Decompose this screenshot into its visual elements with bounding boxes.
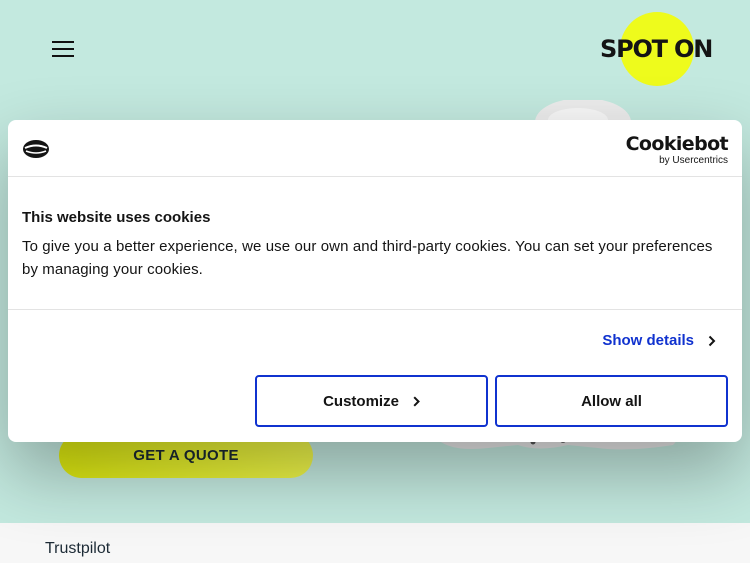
- show-details-label: Show details: [602, 332, 694, 349]
- trustpilot-strip: [0, 523, 750, 563]
- logo-text: SPOT ON: [600, 35, 713, 63]
- customize-label: Customize: [323, 392, 399, 410]
- menu-line: [52, 48, 74, 50]
- dialog-divider: [8, 309, 742, 310]
- allow-all-label: Allow all: [581, 392, 642, 410]
- cookiebot-logo[interactable]: Cookiebot by Usercentrics: [625, 133, 729, 166]
- show-details-link[interactable]: Show details: [602, 332, 716, 349]
- chevron-right-icon: [413, 395, 420, 407]
- customize-button[interactable]: Customize: [255, 375, 488, 427]
- spot-on-logo[interactable]: SPOT ON: [598, 12, 720, 88]
- cookiebot-brand-name: Cookiebot: [625, 133, 729, 155]
- hamburger-menu-icon[interactable]: [52, 41, 74, 59]
- menu-line: [52, 41, 74, 43]
- chevron-right-icon: [708, 335, 716, 346]
- dialog-divider: [8, 176, 742, 177]
- allow-all-button[interactable]: Allow all: [495, 375, 728, 427]
- dialog-body-text: To give you a better experience, we use …: [22, 238, 713, 278]
- cookiebot-brand-sub: by Usercentrics: [659, 155, 728, 166]
- trustpilot-label[interactable]: Trustpilot: [45, 540, 110, 558]
- menu-line: [52, 55, 74, 57]
- cookie-consent-dialog: Cookiebot by Usercentrics This website u…: [8, 120, 742, 442]
- dialog-title: This website uses cookies: [22, 209, 211, 226]
- cookiebot-mark-icon: [23, 140, 49, 158]
